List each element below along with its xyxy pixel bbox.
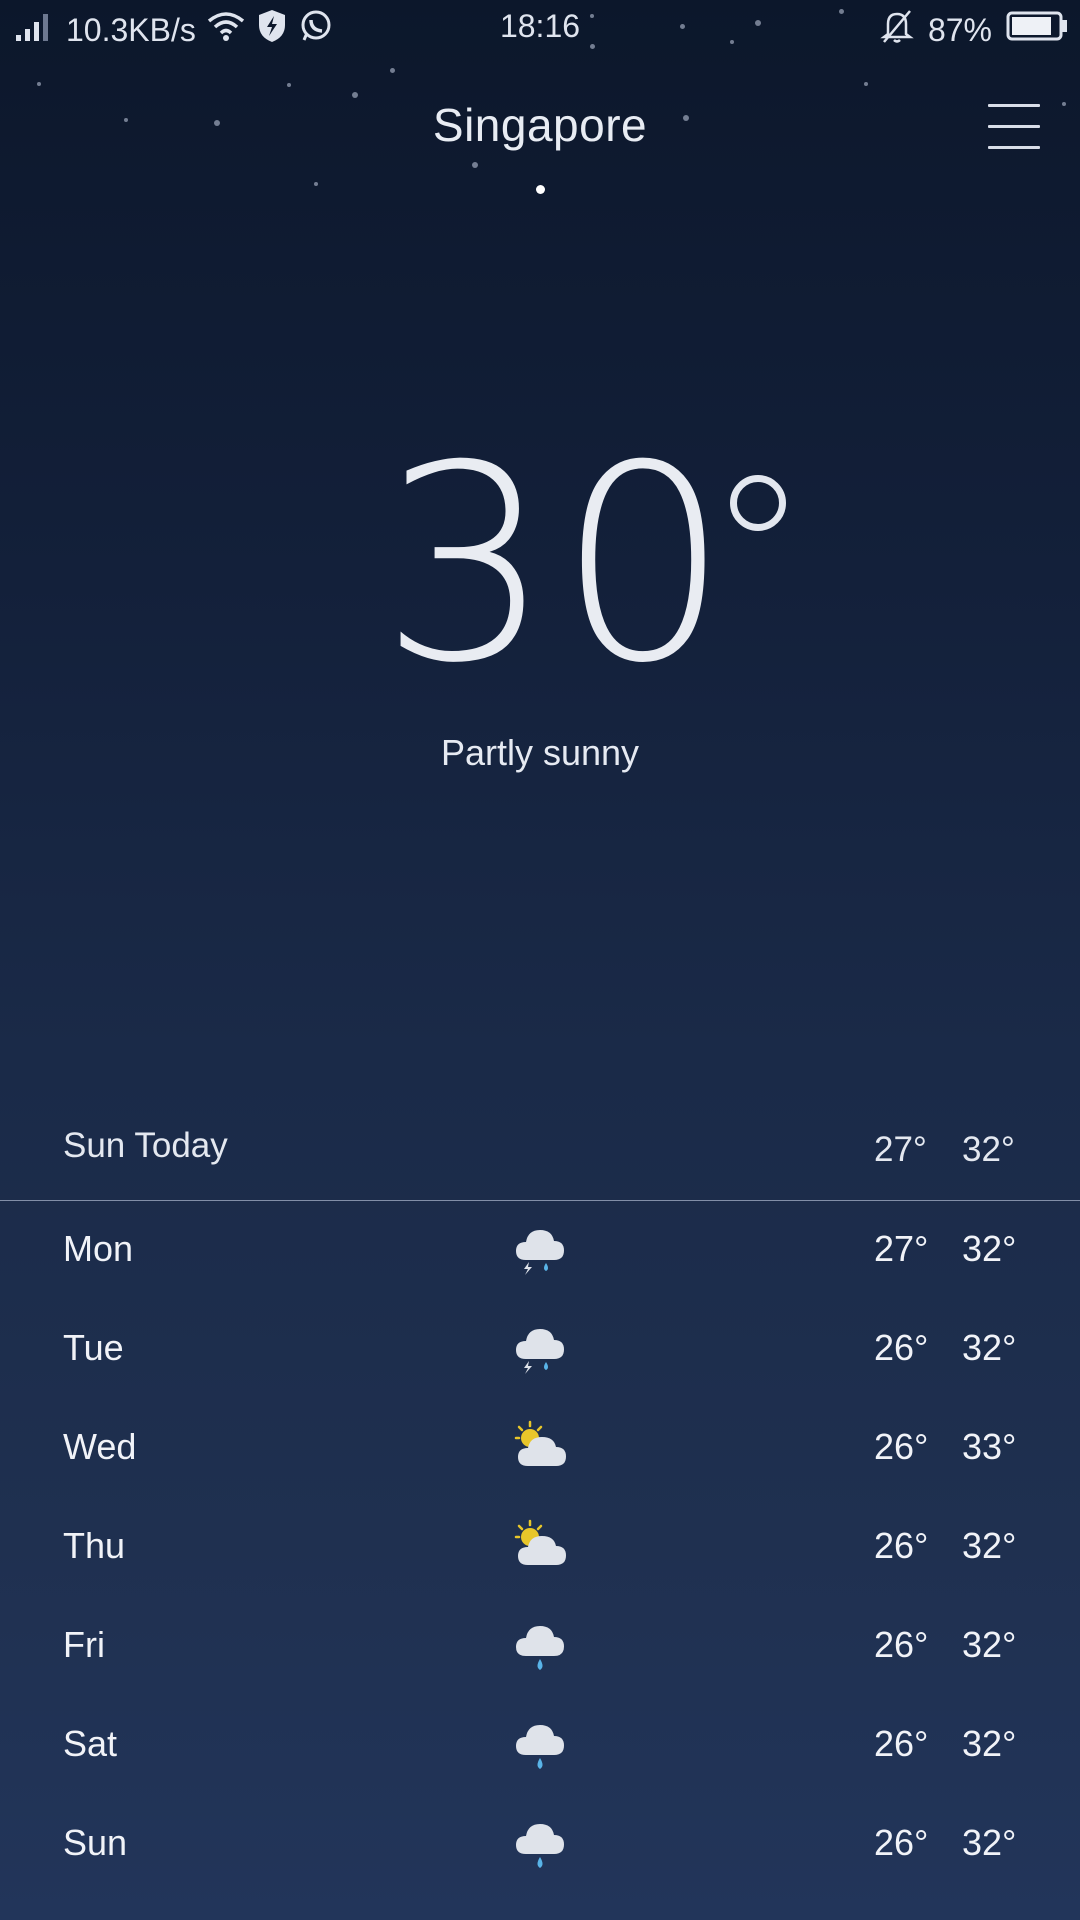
forecast-row[interactable]: Wed 26° 33°	[0, 1400, 1080, 1499]
city-name[interactable]: Singapore	[0, 98, 1080, 152]
forecast-list[interactable]: Mon 27° 32° Tue 26° 32° Wed 26° 33° Thu …	[0, 1202, 1080, 1895]
today-row[interactable]: Sun Today 27° 32°	[0, 1120, 1080, 1200]
forecast-day: Mon	[63, 1228, 134, 1269]
forecast-low: 26°	[874, 1525, 929, 1566]
forecast-day: Fri	[63, 1624, 105, 1665]
forecast-low: 26°	[874, 1624, 929, 1665]
forecast-high: 32°	[962, 1525, 1017, 1566]
page-indicator-dot	[536, 185, 545, 194]
forecast-low: 26°	[874, 1327, 929, 1368]
partly-sunny-icon	[512, 1418, 568, 1474]
battery-icon	[1006, 11, 1068, 49]
divider	[0, 1200, 1080, 1201]
forecast-row[interactable]: Mon 27° 32°	[0, 1202, 1080, 1301]
weather-condition: Partly sunny	[440, 732, 640, 773]
today-high: 32°	[962, 1130, 1015, 1169]
thunderstorm-icon	[512, 1220, 568, 1276]
partly-sunny-icon	[512, 1517, 568, 1573]
rain-icon	[512, 1616, 568, 1672]
battery-percent: 87%	[927, 11, 992, 48]
forecast-row[interactable]: Sun 26° 32°	[0, 1796, 1080, 1895]
forecast-row[interactable]: Tue 26° 32°	[0, 1301, 1080, 1400]
degree-symbol	[730, 475, 786, 531]
menu-button[interactable]	[988, 104, 1040, 150]
today-label: Sun Today	[63, 1126, 228, 1165]
rain-icon	[512, 1814, 568, 1870]
forecast-row[interactable]: Fri 26° 32°	[0, 1598, 1080, 1697]
forecast-high: 32°	[962, 1327, 1017, 1368]
menu-icon	[988, 104, 1040, 149]
thunderstorm-icon	[512, 1319, 568, 1375]
forecast-row[interactable]: Sat 26° 32°	[0, 1697, 1080, 1796]
forecast-day: Wed	[63, 1426, 137, 1467]
forecast-low: 26°	[874, 1426, 929, 1467]
status-bar: 10.3KB/s 18:16 87%	[0, 0, 1080, 56]
forecast-day: Tue	[63, 1327, 124, 1368]
forecast-high: 32°	[962, 1624, 1017, 1665]
forecast-high: 32°	[962, 1228, 1017, 1269]
forecast-high: 32°	[962, 1723, 1017, 1764]
today-low: 27°	[874, 1130, 927, 1169]
forecast-low: 26°	[874, 1822, 929, 1863]
forecast-low: 26°	[874, 1723, 929, 1764]
forecast-high: 32°	[962, 1822, 1017, 1863]
forecast-low: 27°	[874, 1228, 929, 1269]
forecast-day: Sat	[63, 1723, 118, 1764]
bell-off-icon	[880, 8, 914, 52]
forecast-row[interactable]: Thu 26° 32°	[0, 1499, 1080, 1598]
forecast-day: Thu	[63, 1525, 126, 1566]
forecast-high: 33°	[962, 1426, 1017, 1467]
rain-icon	[512, 1715, 568, 1771]
current-temperature: 30	[380, 430, 736, 700]
temperature-value: 30	[380, 407, 736, 722]
forecast-day: Sun	[63, 1822, 128, 1863]
